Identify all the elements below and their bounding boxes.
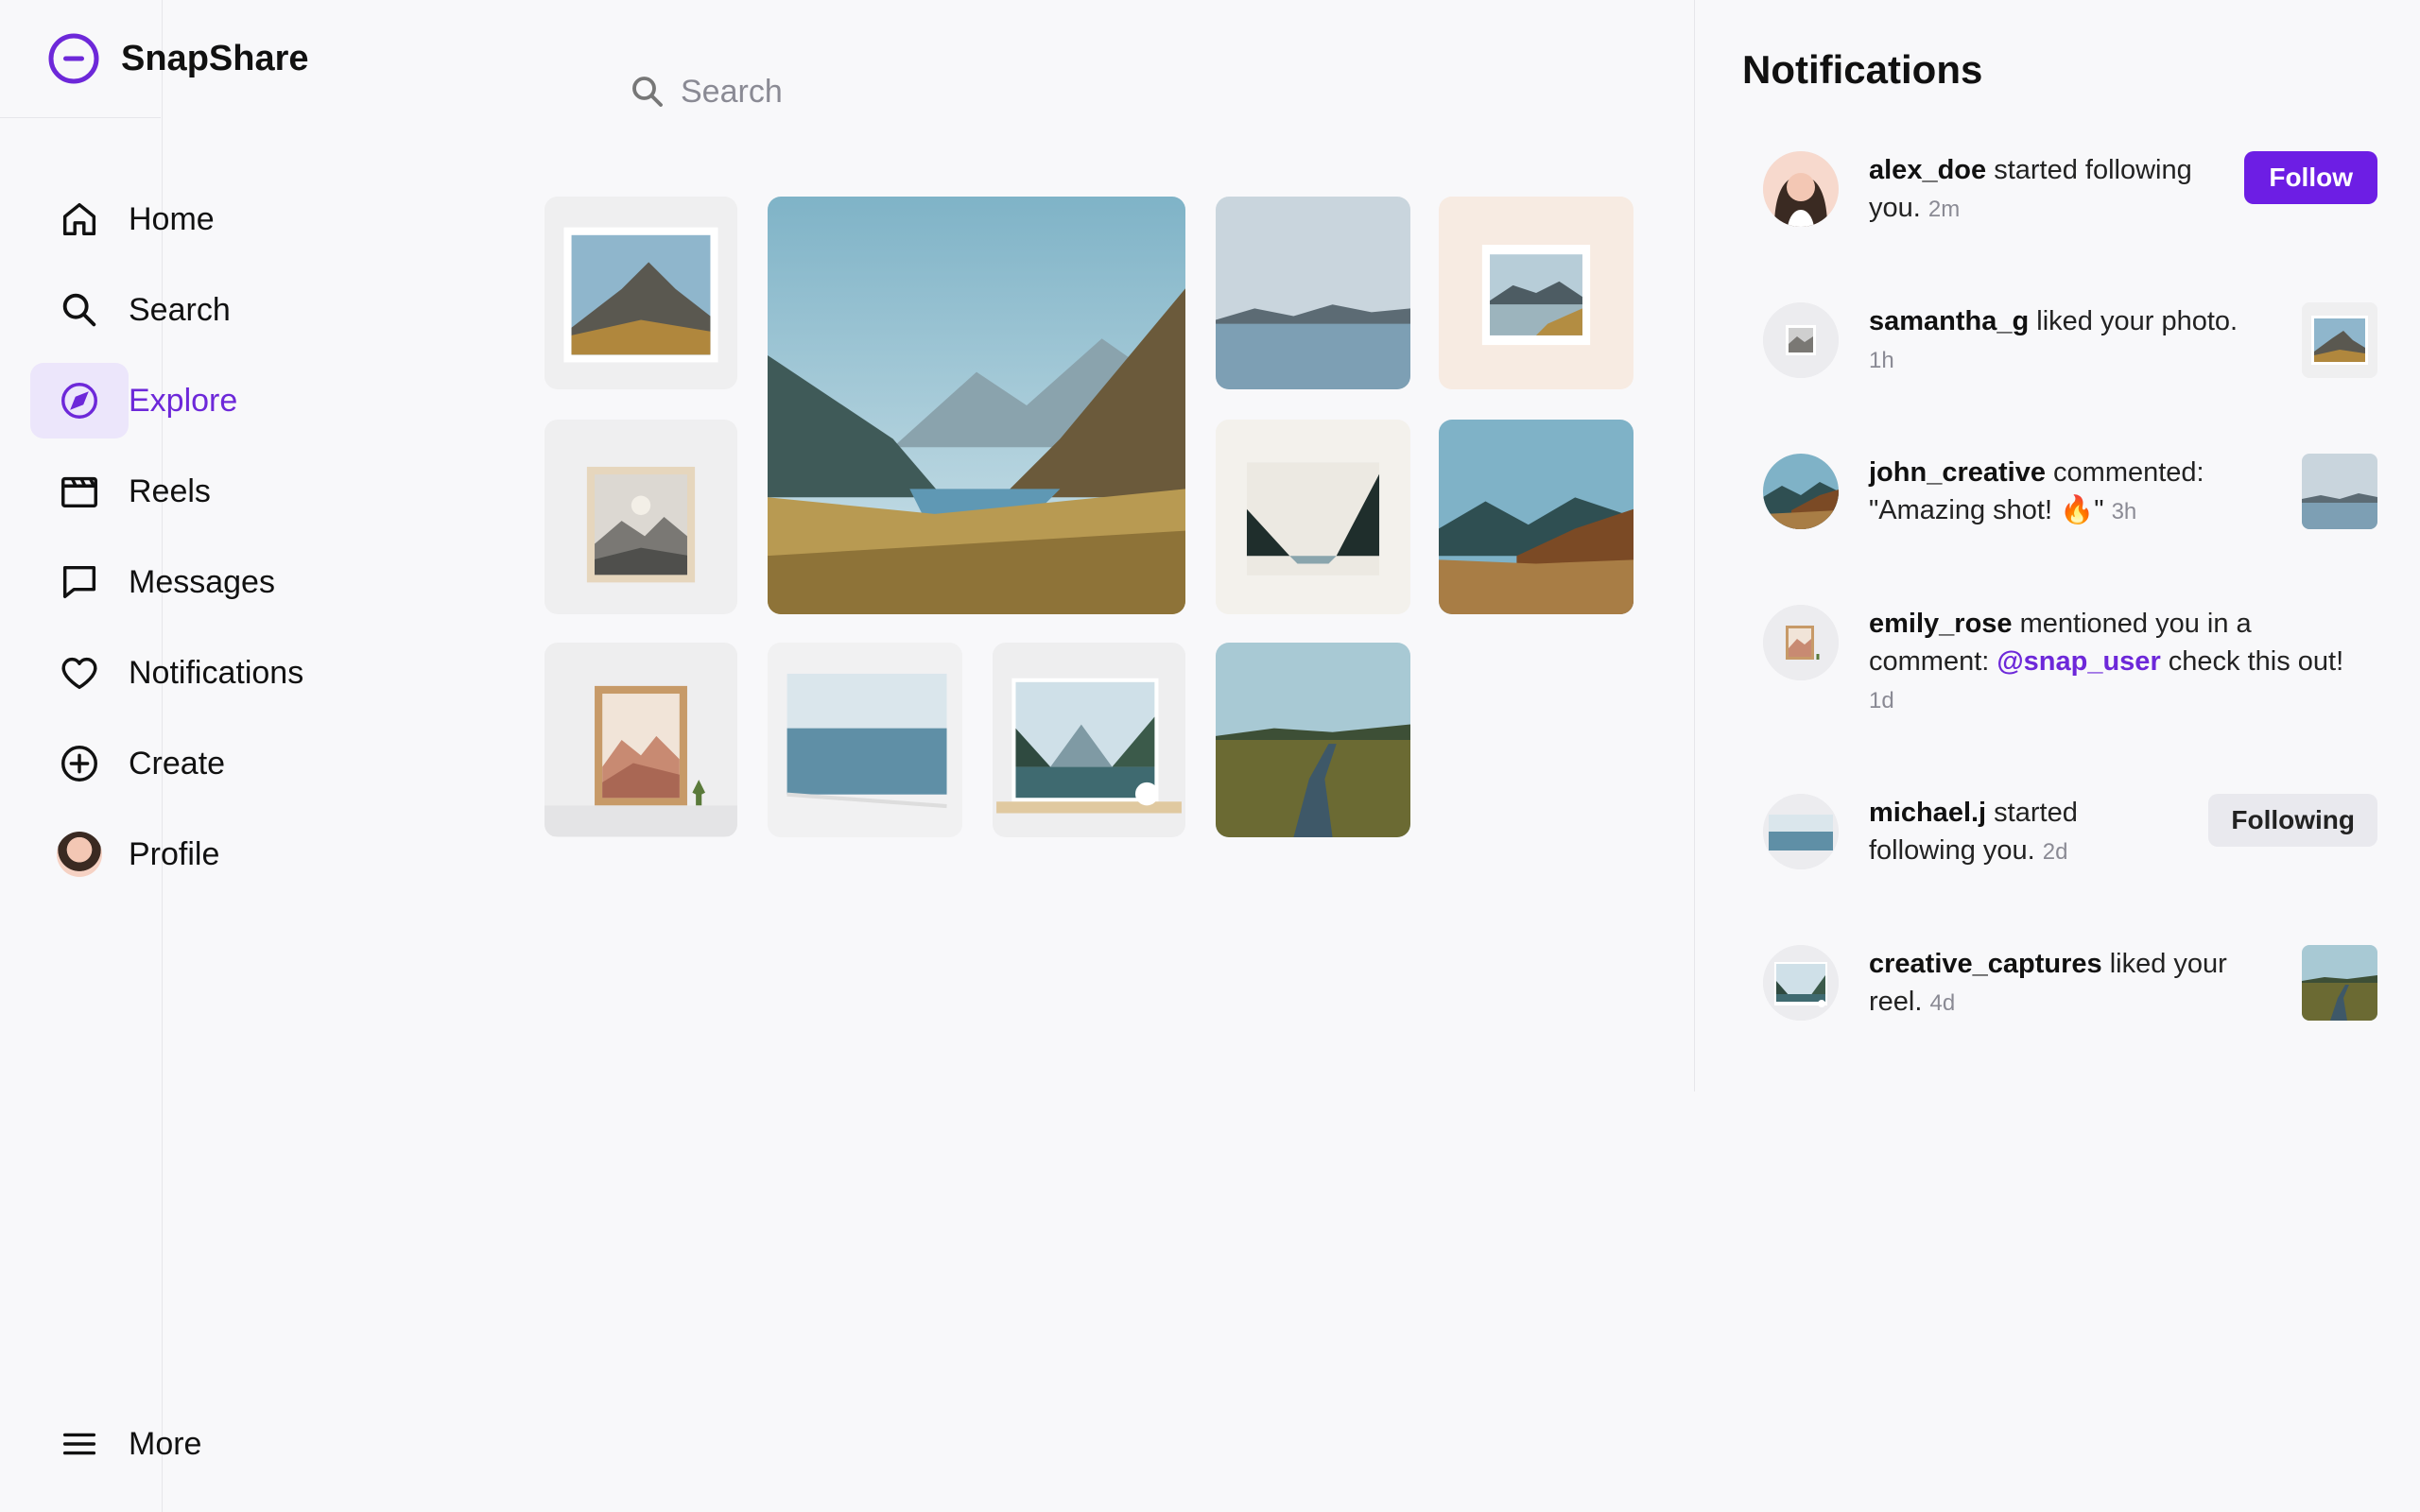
notification-text: john_creative commented: "Amazing shot! …	[1869, 454, 2266, 531]
search-icon	[30, 272, 129, 348]
notification-item[interactable]: alex_doe started following you. 2m Follo…	[1763, 151, 2377, 236]
post-thumbnail[interactable]	[2302, 454, 2377, 529]
notification-item[interactable]: michael.j started following you. 2d Foll…	[1763, 794, 2377, 869]
plus-circle-icon	[30, 726, 129, 801]
nav-item-search[interactable]: Search	[30, 272, 408, 348]
notification-item[interactable]: john_creative commented: "Amazing shot! …	[1763, 454, 2377, 529]
nav-label: Explore	[129, 382, 238, 419]
message: check this out!	[2160, 646, 2344, 677]
avatar[interactable]	[1763, 454, 1839, 529]
home-icon	[30, 181, 129, 257]
follow-button[interactable]: Follow	[2244, 151, 2377, 204]
nav-item-more[interactable]: More	[30, 1406, 408, 1482]
panel-title: Notifications	[1742, 47, 1983, 92]
nav-label: More	[129, 1425, 202, 1462]
explore-tile[interactable]	[544, 197, 737, 389]
nav-label: Reels	[129, 472, 211, 509]
username[interactable]: john_creative	[1869, 457, 2046, 488]
username[interactable]: emily_rose	[1869, 609, 2013, 639]
explore-tile[interactable]	[544, 643, 737, 837]
search-input[interactable]	[681, 73, 1059, 111]
heart-icon	[30, 635, 129, 711]
message: liked your photo.	[2029, 306, 2238, 336]
nav-label: Profile	[129, 835, 220, 872]
mention-link[interactable]: @snap_user	[1996, 646, 2160, 677]
notification-text: michael.j started following you. 2d	[1869, 794, 2115, 871]
notification-text: alex_doe started following you. 2m	[1869, 151, 2247, 229]
nav-item-messages[interactable]: Messages	[30, 544, 408, 620]
notification-text: creative_captures liked your reel. 4d	[1869, 945, 2266, 1022]
explore-tile[interactable]	[1216, 420, 1410, 614]
explore-tile[interactable]	[1216, 643, 1410, 837]
brand[interactable]: SnapShare	[47, 32, 309, 85]
message-icon	[30, 544, 129, 620]
nav-label: Search	[129, 291, 231, 328]
nav-label: Create	[129, 745, 226, 782]
explore-tile[interactable]	[1216, 197, 1410, 389]
notification-item[interactable]: samantha_g liked your photo. 1h	[1763, 302, 2377, 378]
timestamp: 2m	[1927, 197, 1961, 222]
timestamp: 3h	[2111, 499, 2137, 524]
notification-item[interactable]: emily_rose mentioned you in a comment: @…	[1763, 605, 2377, 728]
explore-tile[interactable]	[544, 420, 737, 614]
nav-item-home[interactable]: Home	[30, 181, 408, 257]
nav-item-explore[interactable]: Explore	[30, 363, 408, 438]
explore-tile[interactable]	[993, 643, 1185, 837]
menu-icon	[30, 1406, 129, 1482]
notifications-panel: Notifications alex_doe started following…	[1694, 0, 2420, 1091]
avatar[interactable]	[1763, 605, 1839, 680]
avatar[interactable]	[1763, 945, 1839, 1021]
nav-label: Home	[129, 200, 215, 237]
avatar[interactable]	[1763, 151, 1839, 227]
timestamp: 2d	[2042, 839, 2068, 865]
notification-text: samantha_g liked your photo. 1h	[1869, 302, 2266, 380]
divider	[0, 117, 161, 118]
explore-tile[interactable]	[768, 643, 962, 837]
avatar[interactable]	[1763, 794, 1839, 869]
username[interactable]: samantha_g	[1869, 306, 2029, 336]
timestamp: 1h	[1869, 348, 1894, 373]
nav-item-reels[interactable]: Reels	[30, 454, 408, 529]
nav-item-notifications[interactable]: Notifications	[30, 635, 408, 711]
avatar	[57, 832, 102, 877]
nav-label: Notifications	[129, 654, 304, 691]
profile-avatar-slot	[30, 816, 129, 892]
timestamp: 4d	[1929, 990, 1956, 1016]
app-name: SnapShare	[121, 38, 309, 78]
username[interactable]: alex_doe	[1869, 155, 1986, 185]
clapperboard-icon	[30, 454, 129, 529]
username[interactable]: michael.j	[1869, 798, 1986, 828]
explore-tile-featured[interactable]	[768, 197, 1185, 614]
username[interactable]: creative_captures	[1869, 949, 2102, 979]
explore-tile[interactable]	[1439, 197, 1634, 389]
search-icon	[632, 77, 663, 107]
reel-thumbnail[interactable]	[2302, 945, 2377, 1021]
notification-text: emily_rose mentioned you in a comment: @…	[1869, 605, 2360, 720]
logo-icon	[48, 33, 99, 84]
nav-item-profile[interactable]: Profile	[30, 816, 408, 892]
notification-item[interactable]: creative_captures liked your reel. 4d	[1763, 945, 2377, 1021]
avatar[interactable]	[1763, 302, 1839, 378]
post-thumbnail[interactable]	[2302, 302, 2377, 378]
search-bar	[628, 72, 1059, 112]
compass-icon	[30, 363, 129, 438]
nav-label: Messages	[129, 563, 275, 600]
explore-tile[interactable]	[1439, 420, 1634, 614]
following-button[interactable]: Following	[2208, 794, 2377, 847]
timestamp: 1d	[1869, 688, 1894, 713]
nav-item-create[interactable]: Create	[30, 726, 408, 801]
